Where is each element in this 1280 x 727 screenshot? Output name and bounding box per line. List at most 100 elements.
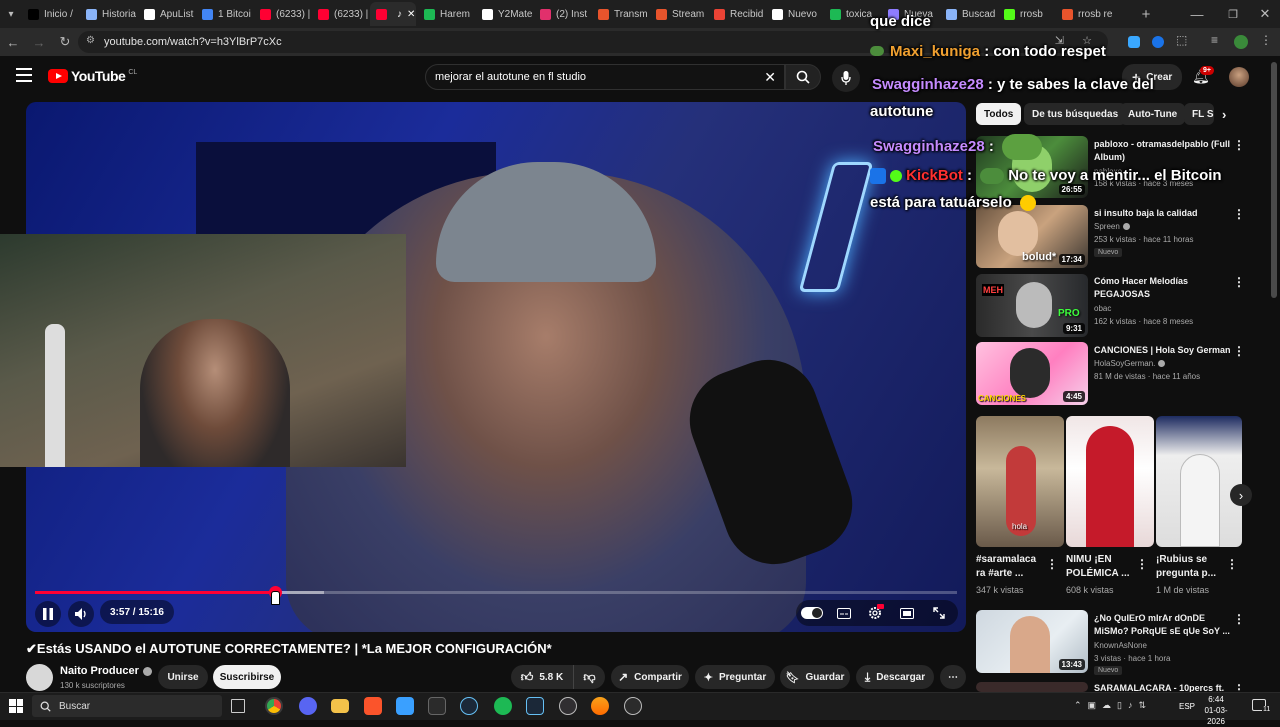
dislike-button[interactable]: 👎︎ xyxy=(573,665,605,689)
steam-icon[interactable] xyxy=(526,697,544,715)
miniplayer-button[interactable] xyxy=(895,601,919,625)
tab-audio-icon[interactable]: ♪ xyxy=(397,9,402,20)
steam-icon[interactable] xyxy=(460,697,478,715)
file-explorer-icon[interactable] xyxy=(331,699,349,713)
more-vertical-icon[interactable]: ⋮ xyxy=(1233,138,1245,152)
join-button[interactable]: Unirse xyxy=(158,665,208,689)
discord-icon[interactable] xyxy=(299,697,317,715)
autoplay-toggle[interactable] xyxy=(801,607,823,619)
related-thumbnail[interactable] xyxy=(976,682,1088,692)
save-button[interactable]: 🔖︎ Guardar xyxy=(780,665,850,689)
browser-tab[interactable]: rrosb xyxy=(998,2,1054,26)
obs-icon[interactable] xyxy=(559,697,577,715)
shorts-next-button[interactable]: › xyxy=(1230,484,1252,506)
channel-name-row[interactable]: Naito Producer xyxy=(60,665,152,677)
related-title[interactable]: si insulto baja la calidad xyxy=(1094,207,1198,219)
browser-tab[interactable]: ♪ ✕ xyxy=(370,2,416,26)
channel-name[interactable]: Naito Producer xyxy=(60,665,139,677)
short-title[interactable]: NIMU ¡EN xyxy=(1066,553,1112,566)
more-actions-button[interactable]: ⋯ xyxy=(940,665,966,689)
short-thumbnail[interactable] xyxy=(1156,416,1242,547)
related-channel[interactable]: obac xyxy=(1094,303,1111,314)
new-tab-button[interactable]: + xyxy=(1133,1,1159,27)
more-vertical-icon[interactable]: ⋮ xyxy=(1046,557,1058,571)
start-menu-icon[interactable] xyxy=(9,699,23,713)
chrome-icon[interactable] xyxy=(265,697,283,715)
browser-tab[interactable]: Historia xyxy=(80,2,136,26)
search-input[interactable]: mejorar el autotune en fl studio ✕ xyxy=(425,64,785,90)
browser-tab[interactable]: Harem xyxy=(418,2,474,26)
app-icon[interactable] xyxy=(428,697,446,715)
reload-button[interactable]: ↻ xyxy=(52,29,78,55)
chip-from-searches[interactable]: De tus búsquedas xyxy=(1024,103,1127,125)
youtube-logo[interactable]: YouTube CL xyxy=(48,68,137,84)
voice-search-button[interactable] xyxy=(832,64,860,92)
pause-button[interactable] xyxy=(35,601,61,627)
fullscreen-button[interactable] xyxy=(927,601,951,625)
short-title-line2[interactable]: POLÉMICA ... xyxy=(1066,567,1130,580)
related-title[interactable]: CANCIONES | Hola Soy German xyxy=(1094,344,1231,356)
media-player-icon[interactable] xyxy=(624,697,642,715)
extensions-puzzle-icon[interactable]: ⬚ xyxy=(1176,33,1187,47)
chips-next-arrow-icon[interactable]: › xyxy=(1222,107,1226,122)
share-button[interactable]: ↗ Compartir xyxy=(611,665,689,689)
task-view-icon[interactable] xyxy=(231,699,245,713)
chip-all[interactable]: Todos xyxy=(976,103,1022,125)
extension-icon[interactable] xyxy=(1128,36,1140,48)
video-progress-bar[interactable] xyxy=(35,586,957,599)
related-channel[interactable]: Spreen xyxy=(1094,221,1130,232)
browser-tab[interactable]: Y2Mate xyxy=(476,2,532,26)
clear-search-icon[interactable]: ✕ xyxy=(764,69,776,86)
browser-tab[interactable]: (6233) | xyxy=(312,2,368,26)
browser-tab[interactable]: Inicio / xyxy=(22,2,78,26)
related-thumbnail[interactable]: 13:43 xyxy=(976,610,1088,673)
subscribe-button[interactable]: Suscribirse xyxy=(213,665,281,689)
short-thumbnail[interactable] xyxy=(1066,416,1154,547)
close-tab-icon[interactable]: ✕ xyxy=(407,9,415,20)
download-button[interactable]: ⤓ Descargar xyxy=(856,665,934,689)
related-title[interactable]: Cómo Hacer Melodías xyxy=(1094,275,1188,287)
chip-autotune[interactable]: Auto-Tune xyxy=(1120,103,1186,125)
fl-studio-icon[interactable] xyxy=(591,697,609,715)
related-title-line2[interactable]: PEGAJOSAS xyxy=(1094,288,1150,300)
channel-avatar[interactable] xyxy=(26,664,53,691)
browser-tab[interactable]: (6233) | xyxy=(254,2,310,26)
short-title-line2[interactable]: pregunta p... xyxy=(1156,567,1216,580)
browser-tab[interactable]: rrosb re xyxy=(1056,2,1112,26)
short-title-line2[interactable]: ra #arte ... xyxy=(976,567,1023,580)
taskbar-search-box[interactable]: Buscar xyxy=(32,695,222,717)
more-vertical-icon[interactable]: ⋮ xyxy=(1233,207,1245,221)
forward-button[interactable]: → xyxy=(26,29,52,55)
reading-list-icon[interactable]: ≡ xyxy=(1211,33,1218,47)
hamburger-menu-icon[interactable] xyxy=(16,68,32,82)
browser-tab[interactable]: Recibid xyxy=(708,2,764,26)
maximize-window-button[interactable]: ❐ xyxy=(1220,1,1246,27)
related-title[interactable]: ¿No QuIErO mIrAr dOnDE xyxy=(1094,612,1205,624)
store-icon[interactable] xyxy=(396,697,414,715)
spotify-icon[interactable] xyxy=(494,697,512,715)
more-vertical-icon[interactable]: ⋮ xyxy=(1233,344,1245,358)
browser-menu-icon[interactable]: ⋮ xyxy=(1260,33,1272,47)
short-thumbnail[interactable]: hola xyxy=(976,416,1064,547)
tab-search-icon[interactable]: ▾ xyxy=(0,1,22,27)
related-title-line2[interactable]: MiSMo? PoRqUE sE qUe SoY ... xyxy=(1094,625,1230,637)
brave-icon[interactable] xyxy=(364,697,382,715)
related-thumbnail[interactable]: bolud* 17:34 xyxy=(976,205,1088,268)
browser-tab[interactable]: Transmi xyxy=(592,2,648,26)
related-thumbnail[interactable]: MEH PRO 9:31 xyxy=(976,274,1088,337)
tray-icons[interactable]: ⌃▣☁▯♪⇅ xyxy=(1074,700,1152,711)
back-button[interactable]: ← xyxy=(0,29,26,55)
browser-tab[interactable]: Nuevo xyxy=(766,2,822,26)
browser-tab[interactable]: ApuList xyxy=(138,2,194,26)
related-thumbnail[interactable]: CANCIONES 4:45 xyxy=(976,342,1088,405)
related-title-line2[interactable]: Album) xyxy=(1094,151,1125,163)
related-channel[interactable]: KnownAsNone xyxy=(1094,640,1147,651)
system-clock[interactable]: 6:44 01-03-2026 xyxy=(1196,694,1236,727)
volume-button[interactable] xyxy=(68,601,94,627)
more-vertical-icon[interactable]: ⋮ xyxy=(1233,612,1245,626)
browser-tab[interactable]: Buscad xyxy=(940,2,996,26)
language-indicator[interactable]: ESP xyxy=(1179,702,1195,711)
page-scrollbar[interactable] xyxy=(1271,62,1277,298)
related-title[interactable]: pabloxo - otramasdelpablo (Full xyxy=(1094,138,1230,150)
related-channel[interactable]: HolaSoyGerman. xyxy=(1094,358,1166,369)
